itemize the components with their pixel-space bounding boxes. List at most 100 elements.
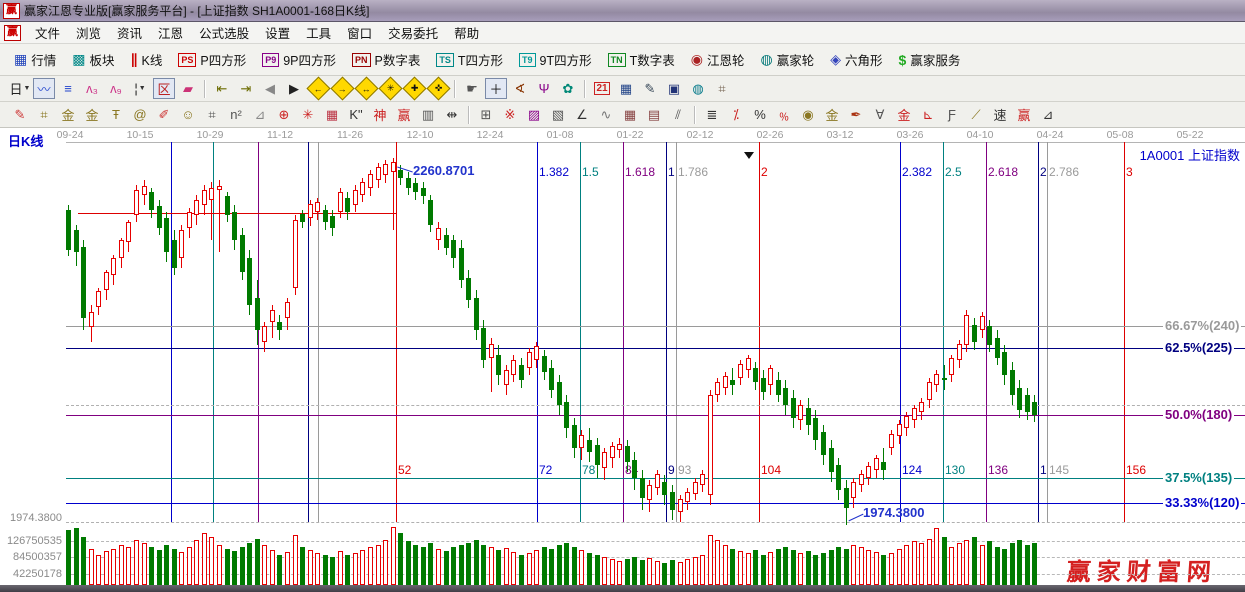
- cycle-tool-button[interactable]: ✿: [557, 78, 579, 99]
- ink-tool[interactable]: ✒: [845, 104, 867, 125]
- hand-tool-button[interactable]: ☛: [461, 78, 483, 99]
- calendar-button[interactable]: 21: [591, 78, 613, 99]
- speed-tool[interactable]: 速: [989, 104, 1011, 125]
- k-quote-tool[interactable]: K": [345, 104, 367, 125]
- wave3-button[interactable]: ʌ₃: [81, 78, 103, 99]
- fan-box2-tool[interactable]: ▧: [547, 104, 569, 125]
- gann-box2-tool[interactable]: ▤: [643, 104, 665, 125]
- sectors-button[interactable]: ▩板块: [64, 46, 122, 73]
- shift-left-button[interactable]: ←: [307, 78, 329, 99]
- win-tool[interactable]: 赢: [393, 104, 415, 125]
- menu-item-6[interactable]: 工具: [298, 21, 339, 44]
- fan-box-tool[interactable]: ▨: [523, 104, 545, 125]
- gann-vline: [318, 142, 319, 522]
- gann-wheel-button[interactable]: ◉江恩轮: [683, 46, 753, 73]
- percent-zone-tool[interactable]: ⁒: [725, 104, 747, 125]
- wave-tool[interactable]: ∿: [595, 104, 617, 125]
- win-line-tool[interactable]: 赢: [1013, 104, 1035, 125]
- period-selector[interactable]: 日▼: [9, 78, 31, 99]
- calculator-button[interactable]: ▦: [615, 78, 637, 99]
- f-grid-tool[interactable]: Ŧ: [105, 104, 127, 125]
- menu-item-3[interactable]: 江恩: [150, 21, 191, 44]
- gold-grid-tool-2[interactable]: 金: [81, 104, 103, 125]
- grid123-tool[interactable]: ▥: [417, 104, 439, 125]
- fan-tool[interactable]: ※: [499, 104, 521, 125]
- 9p-square-button[interactable]: P99P四方形: [254, 46, 344, 73]
- slope-tool[interactable]: ⊿: [1037, 104, 1059, 125]
- compress-button[interactable]: ✳: [379, 78, 401, 99]
- gold-grid-tool-1[interactable]: 金: [57, 104, 79, 125]
- web-box-tool[interactable]: ▦: [321, 104, 343, 125]
- f-angle-tool[interactable]: Ƒ: [941, 104, 963, 125]
- expand-all-button[interactable]: ✚: [403, 78, 425, 99]
- price-scale-tool[interactable]: ≣: [701, 104, 723, 125]
- crosshair-button[interactable]: ＋: [485, 78, 507, 99]
- compass-tool[interactable]: ⊿: [249, 104, 271, 125]
- last-bar-button[interactable]: ⇥: [235, 78, 257, 99]
- angle-line-tool[interactable]: ∠: [571, 104, 593, 125]
- menu-item-4[interactable]: 公式选股: [191, 21, 257, 44]
- t-table-button[interactable]: TNT数字表: [600, 46, 683, 73]
- n2-tool[interactable]: n²: [225, 104, 247, 125]
- candle: [602, 452, 607, 468]
- gann-shape-button[interactable]: Ψ: [533, 78, 555, 99]
- brush-tool[interactable]: ✎: [9, 104, 31, 125]
- menu-item-9[interactable]: 帮助: [446, 21, 487, 44]
- export-button[interactable]: ◍: [687, 78, 709, 99]
- menu-item-7[interactable]: 窗口: [339, 21, 380, 44]
- p-table-button[interactable]: PNP数字表: [344, 46, 428, 73]
- menu-item-0[interactable]: 文件: [27, 21, 68, 44]
- grid-tool-1[interactable]: ⌗: [33, 104, 55, 125]
- gold-circle-tool[interactable]: ◉: [797, 104, 819, 125]
- prev-bar-button[interactable]: ◀: [259, 78, 281, 99]
- shen-tool[interactable]: 神: [369, 104, 391, 125]
- kline-button[interactable]: ∥K线: [123, 46, 171, 73]
- width-tool[interactable]: ⇹: [441, 104, 463, 125]
- chart-canvas[interactable]: 日K线 1A0001 上证指数 赢家财富网 09-2410-1510-2911-…: [0, 128, 1245, 585]
- parallel-tool[interactable]: ⫽: [667, 104, 689, 125]
- thin-candle-button[interactable]: ¦▼: [129, 78, 151, 99]
- angle-tool-button[interactable]: ∢: [509, 78, 531, 99]
- gold-level-tool[interactable]: 金: [821, 104, 843, 125]
- circle-cycle-tool[interactable]: ☺: [177, 104, 199, 125]
- percent-line-tool[interactable]: ﹪: [773, 104, 795, 125]
- winner-wheel-button[interactable]: ◍赢家轮: [753, 46, 823, 73]
- arc-tool[interactable]: ∀: [869, 104, 891, 125]
- shift-right-button[interactable]: →: [331, 78, 353, 99]
- expand-h-button[interactable]: ↔: [355, 78, 377, 99]
- t-square-button[interactable]: TST四方形: [428, 46, 511, 73]
- p-square-button[interactable]: PSP四方形: [170, 46, 254, 73]
- first-bar-button[interactable]: ⇤: [211, 78, 233, 99]
- gold-rise-tool[interactable]: ⟋: [965, 104, 987, 125]
- histogram-button[interactable]: ▰: [177, 78, 199, 99]
- spiral-tool[interactable]: @: [129, 104, 151, 125]
- gann-box-tool[interactable]: ▦: [619, 104, 641, 125]
- pattern-view-button[interactable]: 〰: [33, 78, 55, 99]
- 9t-square-button[interactable]: T99T四方形: [511, 46, 600, 73]
- quotes-button[interactable]: ▦行情: [6, 46, 64, 73]
- send-pc-button[interactable]: ⌗: [711, 78, 733, 99]
- zoom-all-button[interactable]: ✜: [427, 78, 449, 99]
- title-bar[interactable]: 赢 赢家江恩专业版[赢家服务平台] - [上证指数 SH1A0001-168日K…: [0, 0, 1245, 22]
- frame-tool[interactable]: ⊞: [475, 104, 497, 125]
- tick-grid-tool[interactable]: ⌗: [201, 104, 223, 125]
- notes-button[interactable]: ✎: [639, 78, 661, 99]
- service-button[interactable]: $赢家服务: [891, 46, 969, 73]
- hexagon-button[interactable]: ◈六角形: [822, 46, 890, 73]
- wave9-button[interactable]: ʌ₉: [105, 78, 127, 99]
- target-tool[interactable]: ⊕: [273, 104, 295, 125]
- menu-item-1[interactable]: 浏览: [68, 21, 109, 44]
- volume-bar: [179, 552, 184, 585]
- red-pattern-button[interactable]: 区: [153, 78, 175, 99]
- pen-grid-tool[interactable]: ✐: [153, 104, 175, 125]
- next-bar-button[interactable]: ▶: [283, 78, 305, 99]
- percent-tool[interactable]: %: [749, 104, 771, 125]
- menu-item-5[interactable]: 设置: [257, 21, 298, 44]
- web-tool[interactable]: ✳: [297, 104, 319, 125]
- l-angle-tool[interactable]: ⊾: [917, 104, 939, 125]
- menu-item-8[interactable]: 交易委托: [380, 21, 446, 44]
- menu-item-2[interactable]: 资讯: [109, 21, 150, 44]
- gold-angle-tool[interactable]: 金: [893, 104, 915, 125]
- save-button[interactable]: ▣: [663, 78, 685, 99]
- info-panel-button[interactable]: ≡: [57, 78, 79, 99]
